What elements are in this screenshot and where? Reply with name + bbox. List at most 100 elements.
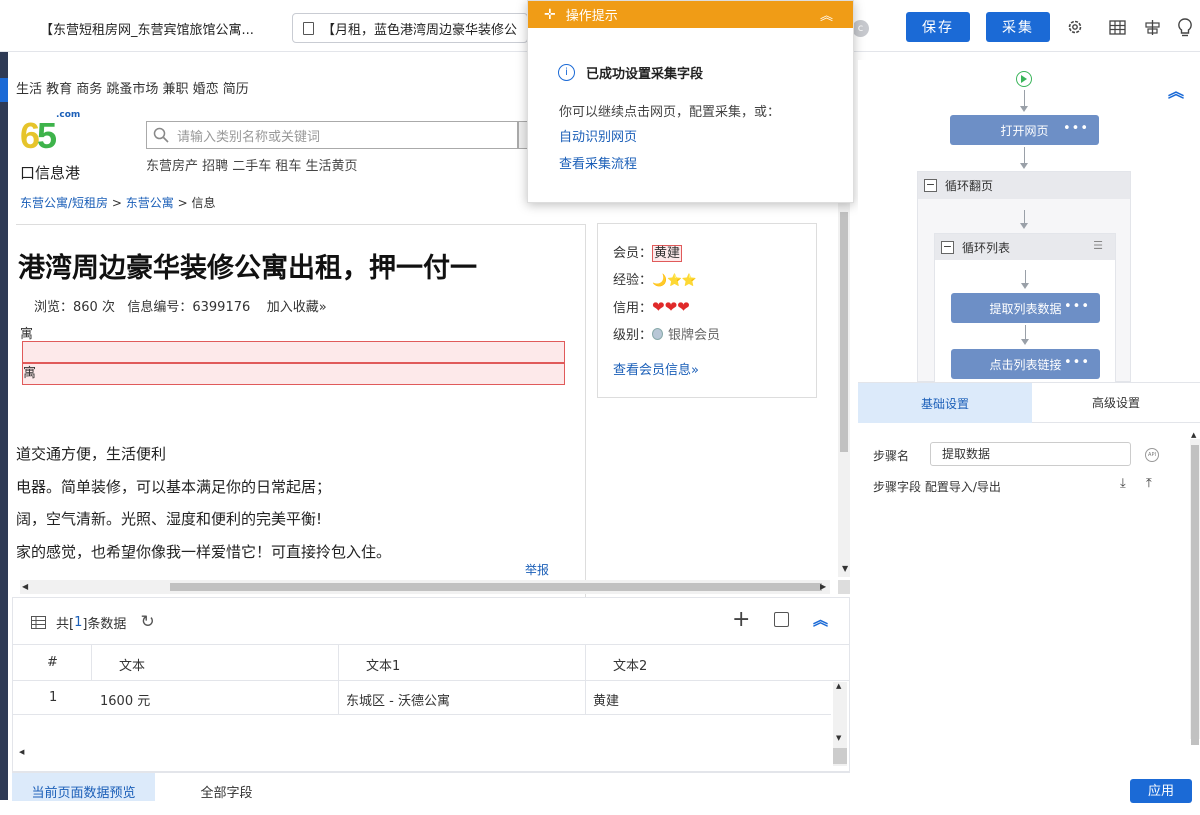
data-count: 共[1]条数据 ↻	[31, 612, 155, 632]
info-row: 寓	[20, 327, 34, 342]
column-header[interactable]: 文本	[119, 655, 145, 674]
workflow-panel: ︽ 打开网页 ••• − 循环翻页 − 循环列表 ☰ 提取列表数据 ••• 点击列表…	[858, 60, 1200, 383]
bottom-tabs: 当前页面数据预览 全部字段	[12, 772, 850, 801]
table-cell: 1	[49, 690, 58, 705]
list-icon[interactable]: ☰	[1093, 239, 1103, 252]
document-icon	[303, 21, 314, 35]
more-icon[interactable]: •••	[1064, 355, 1090, 370]
view-member-link[interactable]: 查看会员信息»	[613, 359, 699, 378]
browser-tab-list[interactable]: 【东营短租房网_东营宾馆旅馆公寓...	[30, 13, 278, 43]
report-link[interactable]: 举报	[525, 561, 549, 578]
popup-header[interactable]: ✛ 操作提示 ︽	[528, 1, 853, 28]
minus-icon[interactable]: −	[924, 179, 937, 192]
table-cell[interactable]: 1600 元	[100, 690, 150, 709]
download-icon[interactable]: ⤓	[1120, 476, 1126, 491]
breadcrumb-current: 信息	[191, 196, 216, 210]
collapse-flow-icon[interactable]: ︽	[1168, 78, 1184, 102]
table-icon	[31, 615, 46, 629]
scroll-right-arrow-icon[interactable]: ▶	[820, 582, 826, 591]
logo-mark: 65	[20, 115, 57, 156]
add-favorite-link[interactable]: 加入收藏»	[267, 300, 327, 315]
flow-layout-icon[interactable]	[1141, 16, 1163, 38]
column-header[interactable]: 文本2	[613, 655, 647, 674]
flow-loop-pagination: − 循环翻页 − 循环列表 ☰ 提取列表数据 ••• 点击列表链接 •••	[917, 171, 1131, 383]
table-vertical-scrollbar[interactable]: ▲ ▼	[833, 682, 847, 766]
member-name[interactable]: 黄建	[652, 245, 683, 262]
scroll-left-arrow-icon[interactable]: ◀	[19, 748, 24, 756]
breadcrumb: 东营公寓/短租房 > 东营公寓 > 信息	[20, 196, 216, 210]
lightbulb-icon[interactable]	[1174, 16, 1196, 38]
member-box: 会员： 黄建 经验：🌙⭐⭐ 信用：❤❤❤ 级别： 银牌会员 查看会员信息»	[597, 223, 817, 398]
step-name-input[interactable]: 提取数据	[930, 442, 1131, 466]
add-icon[interactable]: +	[732, 607, 750, 632]
save-button[interactable]: 保存	[906, 12, 970, 42]
browser-tab-detail[interactable]: 【月租，蓝色港湾周边豪华装修公	[292, 13, 528, 43]
site-nav-links[interactable]: 生活 教育 商务 跳蚤市场 兼职 婚恋 简历	[16, 78, 249, 97]
collapse-icon[interactable]: ︽	[820, 5, 833, 24]
flow-node-open-page[interactable]: 打开网页 •••	[950, 115, 1099, 145]
scrollbar-corner	[838, 580, 850, 594]
data-preview-panel: 共[1]条数据 ↻ + ︽ # 文本 文本1 文本2 1 1600 元 东城区 …	[12, 597, 850, 772]
minus-icon[interactable]: −	[941, 240, 954, 254]
page-vertical-scrollbar[interactable]	[838, 202, 850, 577]
medal-icon	[652, 328, 664, 340]
site-subnav[interactable]: 东营房产 招聘 二手车 租车 生活黄页	[146, 155, 358, 174]
popup-success: i 已成功设置采集字段	[558, 63, 703, 82]
collapse-table-icon[interactable]: ︽	[813, 609, 828, 630]
table-cell[interactable]: 黄建	[593, 690, 619, 709]
close-tab-icon[interactable]: c	[852, 20, 869, 37]
scroll-left-arrow-icon[interactable]: ◀	[22, 582, 28, 591]
gear-icon[interactable]	[1064, 16, 1086, 38]
breadcrumb-link[interactable]: 东营公寓	[126, 196, 174, 210]
apply-button[interactable]: 应用	[1130, 779, 1192, 803]
step-name-label: 步骤名	[873, 449, 910, 463]
tab-current-page-preview[interactable]: 当前页面数据预览	[12, 773, 155, 801]
column-header: #	[47, 655, 58, 670]
auto-detect-link[interactable]: 自动识别网页	[559, 126, 637, 145]
config-import-export-link[interactable]: 配置导入/导出	[925, 480, 1001, 494]
upload-icon[interactable]: ⤒	[1146, 476, 1152, 491]
scroll-down-arrow-icon[interactable]: ▼	[842, 564, 848, 573]
column-header[interactable]: 文本1	[366, 655, 400, 674]
more-icon[interactable]: •••	[1063, 121, 1089, 136]
refresh-icon[interactable]: ↻	[140, 612, 154, 632]
credit-hearts-icon: ❤❤❤	[652, 298, 690, 316]
move-icon[interactable]: ✛	[544, 7, 556, 23]
listing-description: 道交通方便，生活便利 电器。简单装修，可以基本满足你的日常起居； 阔，空气清新。…	[16, 445, 392, 561]
selected-field-highlight[interactable]	[22, 341, 565, 363]
tab-title: 【东营短租房网_东营宾馆旅馆公寓...	[40, 22, 254, 38]
tab-title: 【月租，蓝色港湾周边豪华装修公	[322, 22, 518, 38]
collect-button[interactable]: 采集	[986, 12, 1050, 42]
listing-title: 港湾周边豪华装修公寓出租，押一付一	[18, 253, 477, 284]
loop-list-header[interactable]: − 循环列表 ☰	[935, 234, 1115, 260]
table-header: # 文本 文本1 文本2	[13, 644, 849, 681]
flow-loop-list: − 循环列表 ☰ 提取列表数据 ••• 点击列表链接 •••	[934, 233, 1116, 383]
left-strip	[0, 52, 8, 800]
site-search-input[interactable]: 请输入类别名称或关键词	[146, 121, 518, 149]
play-start-icon[interactable]	[1016, 71, 1032, 87]
search-icon	[153, 127, 169, 143]
popup-title: 操作提示	[565, 9, 618, 24]
popup-hint: 你可以继续点击网页，配置采集，或：	[559, 105, 781, 120]
table-icon[interactable]	[1106, 16, 1128, 38]
copy-settings-icon[interactable]	[774, 612, 789, 627]
loop-page-header[interactable]: − 循环翻页	[918, 172, 1130, 199]
more-icon[interactable]: •••	[1064, 299, 1090, 314]
tab-basic-settings[interactable]: 基础设置	[858, 383, 1032, 423]
breadcrumb-link[interactable]: 东营公寓/短租房	[20, 196, 108, 210]
api-icon[interactable]: API	[1145, 448, 1159, 462]
selected-field-highlight[interactable]: 寓	[22, 363, 565, 385]
table-cell[interactable]: 东城区 - 沃德公寓	[346, 690, 450, 709]
operation-tip-popup: ✛ 操作提示 ︽ i 已成功设置采集字段 你可以继续点击网页，配置采集，或： 自…	[527, 0, 854, 203]
tab-advanced-settings[interactable]: 高级设置	[1032, 383, 1200, 423]
settings-scrollbar[interactable]: ▲	[1190, 431, 1200, 745]
tab-all-fields[interactable]: 全部字段	[155, 773, 298, 801]
flow-node-extract-list-data[interactable]: 提取列表数据 •••	[951, 293, 1100, 323]
view-flow-link[interactable]: 查看采集流程	[559, 153, 637, 172]
site-logo[interactable]: .com 65	[20, 110, 90, 160]
table-row: 1 1600 元 东城区 - 沃德公寓 黄建	[13, 681, 831, 715]
experience-icons: 🌙⭐⭐	[652, 273, 697, 287]
page-horizontal-scrollbar[interactable]: ◀ ▶	[20, 580, 830, 594]
logo-text: 口信息港	[20, 164, 81, 182]
flow-node-click-list-link[interactable]: 点击列表链接 •••	[951, 349, 1100, 379]
